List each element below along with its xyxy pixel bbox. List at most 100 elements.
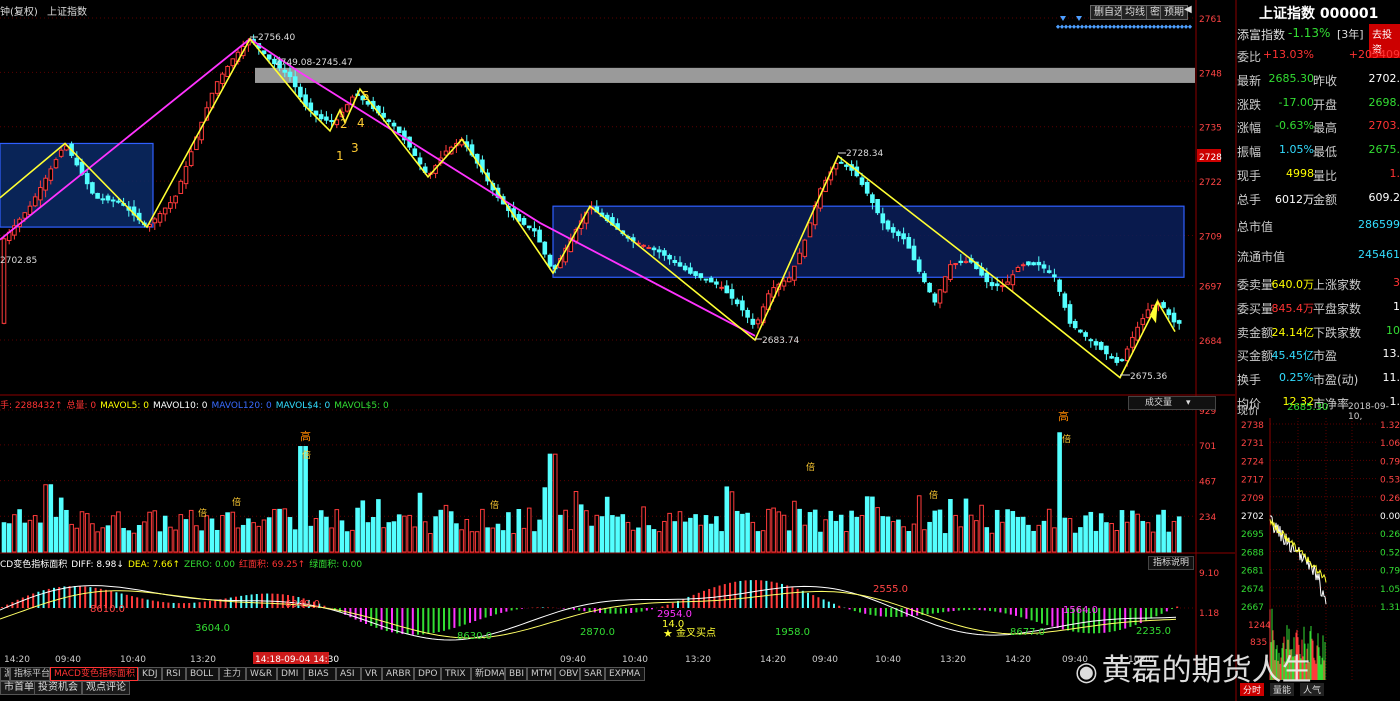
- volume-bar: [724, 486, 730, 553]
- quote-label: 委买量: [1237, 301, 1274, 316]
- candle-body: [864, 181, 870, 194]
- tab-indicator[interactable]: EXPMA: [605, 667, 645, 681]
- candle-body: [677, 262, 683, 267]
- candle-body: [698, 273, 704, 279]
- tab-indicator[interactable]: TRIX: [441, 667, 471, 681]
- marker-diamond: [1059, 24, 1065, 29]
- volume-bar: [485, 527, 490, 553]
- mini-price-tick: 2667: [1241, 603, 1264, 613]
- candle-body: [381, 112, 386, 118]
- tab-indicator[interactable]: BOLL: [186, 667, 219, 681]
- volume-legend: 手: 2288432↑ 总量: 0 MAVOL5: 0 MAVOL10: 0 MAVOL…: [0, 398, 393, 411]
- candle-body: [688, 267, 693, 274]
- candle-body: [667, 254, 672, 260]
- marker-diamond: [1175, 24, 1181, 29]
- mini-pct-tick: 1.06%: [1380, 439, 1400, 449]
- tab-bottom[interactable]: 观点评论: [82, 681, 130, 695]
- marker-diamond: [1107, 24, 1113, 29]
- volume-bar: [209, 518, 215, 553]
- candle-body: [844, 164, 849, 167]
- time-tick-label: 09:40: [812, 655, 838, 665]
- quote-label: 买金额: [1237, 349, 1274, 364]
- macd-annotation: 8630.0: [457, 631, 492, 642]
- macd-annotation: 2235.0: [1136, 626, 1171, 637]
- volume-bar: [251, 522, 256, 553]
- candle-body: [58, 149, 64, 157]
- tab-indicator[interactable]: OBV: [555, 667, 580, 681]
- tab-indicator[interactable]: BBI: [505, 667, 527, 681]
- quote-label: 最新: [1237, 73, 1262, 88]
- volume-bar: [506, 512, 511, 553]
- tab-indicator[interactable]: RSI: [162, 667, 186, 681]
- volume-bar: [183, 519, 189, 553]
- marker-diamond: [1055, 24, 1061, 29]
- tab-indicator[interactable]: VR: [361, 667, 382, 681]
- candle-body: [95, 192, 100, 199]
- tab-indicator[interactable]: 主力: [219, 667, 246, 681]
- marker-diamond: [1123, 24, 1129, 29]
- marker-diamond: [1091, 24, 1097, 29]
- candle-body: [963, 260, 969, 263]
- chart-canvas[interactable]: 2761 2748 2735 2722 2709 2697 2684 2756.40 2749…: [0, 0, 1400, 701]
- volume-bar: [303, 446, 308, 553]
- tab-indicator[interactable]: 源: [0, 667, 10, 681]
- tab-indicator[interactable]: BIAS: [304, 667, 336, 681]
- volume-legend-item: MAVOL$5: 0: [334, 401, 389, 411]
- quote-row: 买金额 45.45亿 市盈 13.: [1237, 347, 1400, 370]
- volume-bar: [818, 531, 823, 553]
- candle-body: [287, 71, 293, 78]
- tab-indicator[interactable]: MTM: [527, 667, 555, 681]
- volume-bar: [880, 516, 886, 553]
- tab-bottom[interactable]: 投资机会: [34, 681, 82, 695]
- mini-pct-tick: 0.79%: [1380, 567, 1400, 577]
- candle-body: [220, 73, 225, 84]
- candle-body: [682, 265, 688, 271]
- tab-indicator[interactable]: ARBR: [382, 667, 414, 681]
- tab-indicator[interactable]: DMI: [277, 667, 304, 681]
- watermark-text: 黄磊的期货人生: [1101, 653, 1312, 688]
- volume-bar: [1098, 513, 1104, 553]
- candle-body: [183, 166, 189, 185]
- volume-bar: [495, 523, 501, 553]
- marker-diamond: [1147, 24, 1153, 29]
- marker-diamond: [1063, 24, 1069, 29]
- volume-bar: [84, 513, 90, 553]
- quote-label: 市盈(动): [1313, 373, 1359, 388]
- volume-bar: [1140, 520, 1146, 553]
- tab-indicator[interactable]: SAR: [580, 667, 605, 681]
- quote-label: 最高: [1313, 121, 1338, 136]
- volume-bar: [277, 508, 282, 553]
- tab-indicator[interactable]: ASI: [336, 667, 361, 681]
- tab-indicator[interactable]: KDJ: [138, 667, 162, 681]
- candle-body: [230, 58, 236, 67]
- price-tick-label: 2697: [1199, 283, 1222, 293]
- volume-bar: [199, 530, 204, 553]
- volume-bar: [90, 523, 95, 553]
- volume-bar: [922, 529, 927, 553]
- tab-indicator[interactable]: W&R: [246, 667, 277, 681]
- volume-bar: [641, 506, 646, 553]
- price-label-low2: 2675.36: [1130, 372, 1167, 382]
- volume-dropdown[interactable]: 成交量 ▾: [1128, 396, 1216, 410]
- candle-body: [838, 161, 844, 164]
- ma-button[interactable]: 均线: [1121, 5, 1149, 20]
- volume-bar: [750, 521, 756, 553]
- quote-row: 最新 2685.30 昨收 2702.: [1237, 72, 1400, 95]
- collapse-arrow-icon[interactable]: ◀: [1184, 4, 1192, 15]
- related-fund-period: [3年]: [1337, 28, 1364, 41]
- tab-indicator[interactable]: MACD变色指标面积: [50, 667, 138, 681]
- candle-body: [911, 245, 917, 261]
- tab-indicator[interactable]: 新DMA: [471, 667, 505, 681]
- volume-bar: [729, 491, 735, 553]
- candle-body: [324, 116, 329, 121]
- volume-bar: [646, 525, 652, 553]
- tab-bottom[interactable]: 市首单: [0, 681, 38, 695]
- candle-body: [1078, 329, 1083, 333]
- wave-label-4: 4: [357, 116, 365, 130]
- tab-indicator[interactable]: 指标平台: [10, 667, 50, 681]
- volume-bar: [906, 531, 912, 553]
- period-label: 钟(复权): [0, 7, 38, 18]
- indicator-help-button[interactable]: 指标说明: [1148, 556, 1195, 570]
- volume-bar: [1078, 527, 1083, 553]
- tab-indicator[interactable]: DPO: [414, 667, 441, 681]
